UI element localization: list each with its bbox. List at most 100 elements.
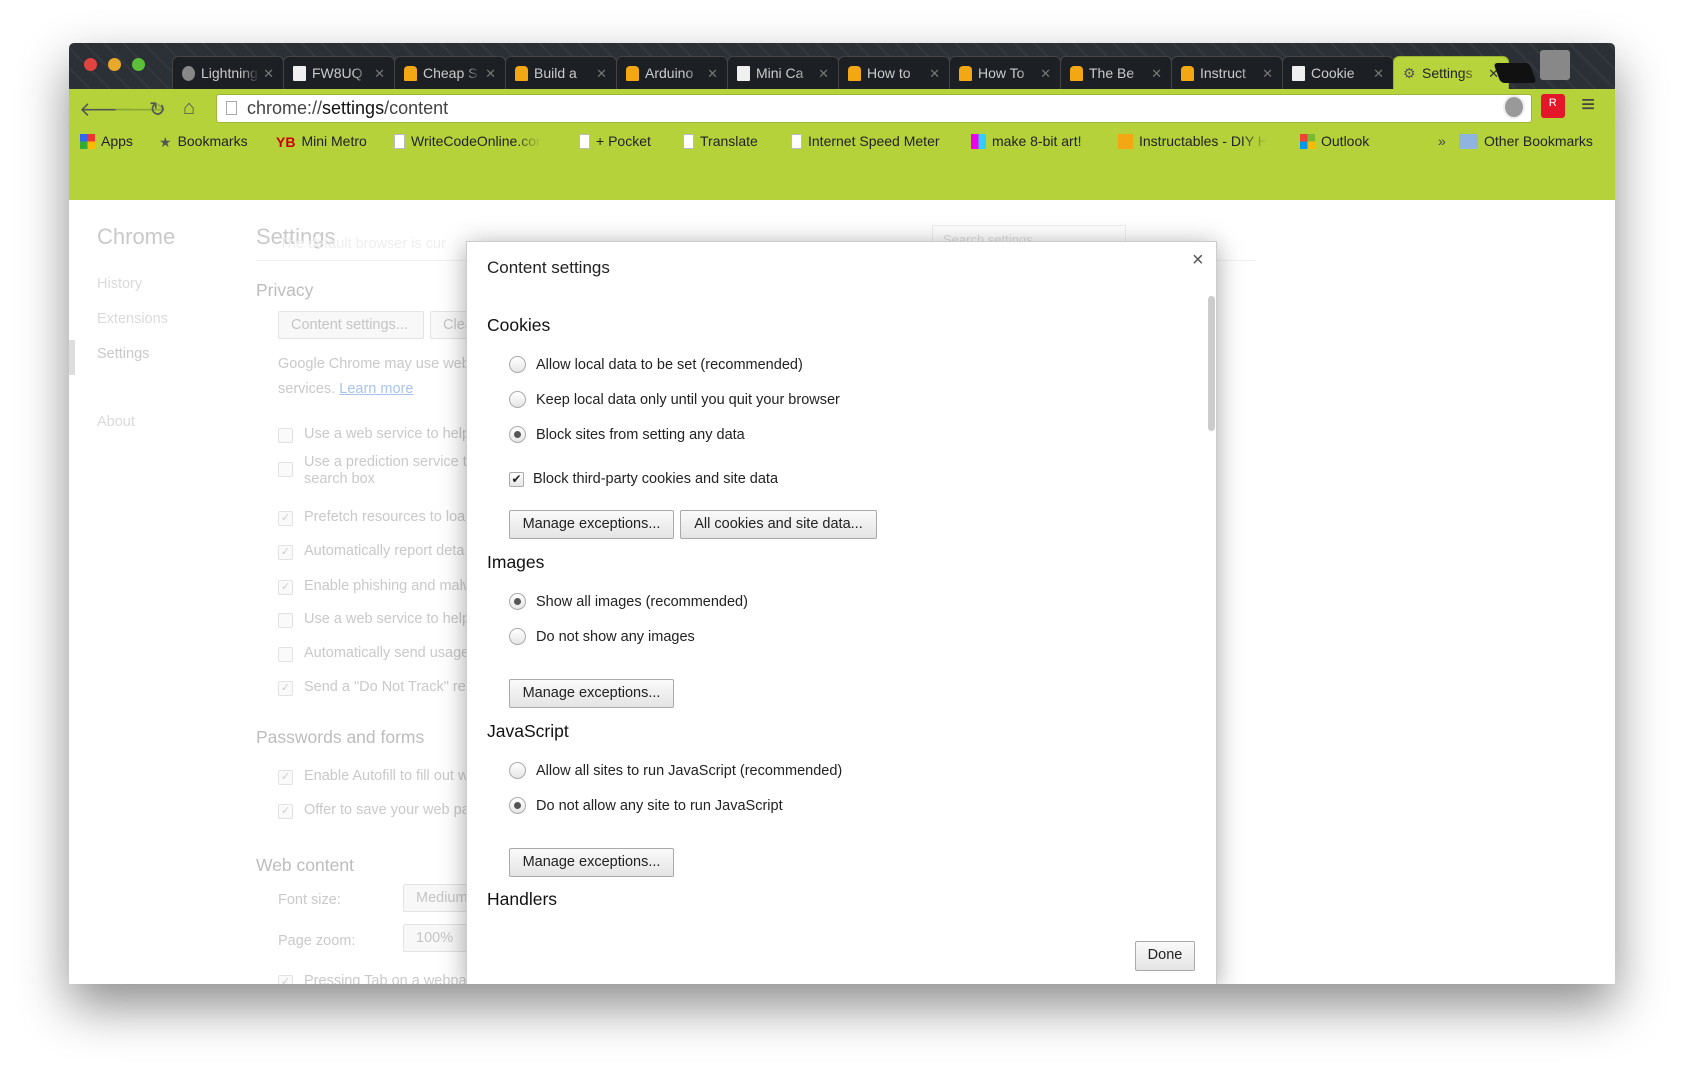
privacy-option-label-2: search box (304, 471, 375, 487)
tab-instruct[interactable]: Instruct ✕ (1171, 56, 1283, 89)
close-tab-icon[interactable]: ✕ (1262, 57, 1273, 89)
cookies-option[interactable]: Block sites from setting any data (509, 426, 745, 443)
privacy-option-checkbox[interactable]: ✓ (278, 511, 293, 526)
javascript-option[interactable]: Allow all sites to run JavaScript (recom… (509, 762, 842, 779)
tab-lightning[interactable]: Lightning ✕ (172, 56, 284, 89)
cookies-heading: Cookies (487, 315, 551, 335)
close-dialog-button[interactable]: × (1192, 249, 1204, 272)
close-tab-icon[interactable]: ✕ (1151, 57, 1162, 89)
close-tab-icon[interactable]: ✕ (707, 57, 718, 89)
bookmarks-overflow-button[interactable]: » (1438, 133, 1446, 149)
minimize-window-button[interactable] (108, 58, 121, 71)
tab-label: Build a (534, 65, 577, 81)
cookies-option[interactable]: Allow local data to be set (recommended) (509, 356, 803, 373)
bookmark-internet-speed-meter[interactable]: Internet Speed Meter (791, 133, 940, 149)
javascript-manage-exceptions-button[interactable]: Manage exceptions... (509, 848, 674, 877)
tab-label: How To (978, 65, 1025, 81)
address-bar[interactable]: chrome://settings/content ☆ (216, 94, 1532, 123)
close-tab-icon[interactable]: ✕ (929, 57, 940, 89)
close-tab-icon[interactable]: ✕ (1040, 57, 1051, 89)
images-option[interactable]: Show all images (recommended) (509, 593, 748, 610)
done-button[interactable]: Done (1135, 941, 1195, 971)
adblock-hand-icon[interactable] (1503, 95, 1525, 119)
privacy-option-checkbox[interactable] (278, 462, 293, 477)
cookies-radio[interactable] (509, 426, 526, 443)
tab-label: FW8UQ (312, 65, 363, 81)
close-tab-icon[interactable]: ✕ (818, 57, 829, 89)
javascript-option[interactable]: Do not allow any site to run JavaScript (509, 797, 783, 814)
javascript-radio[interactable] (509, 797, 526, 814)
close-tab-icon[interactable]: ✕ (374, 57, 385, 89)
all-cookies-button[interactable]: All cookies and site data... (680, 510, 877, 539)
bookmark-translate[interactable]: Translate (683, 133, 758, 149)
profile-avatar[interactable] (1540, 50, 1570, 80)
privacy-option-checkbox[interactable]: ✓ (278, 681, 293, 696)
other-bookmarks[interactable]: Other Bookmarks (1459, 133, 1593, 149)
tab-settings[interactable]: ⚙ Settings ✕ (1393, 56, 1509, 89)
bookmark-mini-metro[interactable]: YB Mini Metro (276, 133, 367, 150)
close-window-button[interactable] (84, 58, 97, 71)
javascript-radio[interactable] (509, 762, 526, 779)
images-radio[interactable] (509, 628, 526, 645)
url-path: /content (384, 98, 449, 118)
cookies-radio[interactable] (509, 356, 526, 373)
tab-how-to[interactable]: How to ✕ (838, 56, 950, 89)
block-third-party-option[interactable]: ✔ Block third-party cookies and site data (509, 471, 778, 487)
close-tab-icon[interactable]: ✕ (485, 57, 496, 89)
close-tab-icon[interactable]: ✕ (263, 57, 274, 89)
new-tab-button[interactable] (1493, 63, 1537, 83)
privacy-option-checkbox[interactable] (278, 613, 293, 628)
bookmark--pocket[interactable]: + Pocket (579, 133, 651, 149)
privacy-option-checkbox[interactable]: ✓ (278, 580, 293, 595)
tab-cookie[interactable]: Cookie ✕ (1282, 56, 1394, 89)
gear-icon: ⚙ (1403, 65, 1416, 81)
images-manage-exceptions-button[interactable]: Manage exceptions... (509, 679, 674, 708)
bookmark-writecodeonline-com[interactable]: WriteCodeOnline.com (394, 133, 541, 149)
privacy-option-checkbox[interactable] (278, 647, 293, 662)
sidebar-item-about[interactable]: About (97, 414, 135, 430)
images-option[interactable]: Do not show any images (509, 628, 695, 645)
bookmark-bookmarks[interactable]: ★ Bookmarks (159, 133, 248, 150)
tab-highlight-checkbox[interactable]: ✓ (278, 975, 293, 984)
bookmark-make-8-bit-art-[interactable]: make 8-bit art! (971, 133, 1081, 149)
bookmark-outlook[interactable]: Outlook (1300, 133, 1369, 149)
learn-more-link[interactable]: Learn more (339, 381, 413, 397)
menu-icon[interactable]: ≡ (1581, 91, 1595, 119)
tab-label: Cookie (1311, 65, 1355, 81)
privacy-option-checkbox[interactable] (278, 428, 293, 443)
windows-logo-icon (1300, 133, 1315, 149)
sidebar-item-settings[interactable]: Settings (97, 346, 149, 362)
bookmark-label: Bookmarks (177, 133, 248, 149)
tab-how-to[interactable]: How To ✕ (949, 56, 1061, 89)
tab-the-be[interactable]: The Be ✕ (1060, 56, 1172, 89)
cookies-option[interactable]: Keep local data only until you quit your… (509, 391, 840, 408)
dialog-scrollbar[interactable] (1208, 296, 1215, 431)
avira-icon[interactable]: ᴿ (1541, 94, 1565, 118)
tab-build-a[interactable]: Build a ✕ (505, 56, 617, 89)
close-tab-icon[interactable]: ✕ (1373, 57, 1384, 89)
tab-arduino[interactable]: Arduino ✕ (616, 56, 728, 89)
sidebar-item-extensions[interactable]: Extensions (97, 311, 168, 327)
tab-mini-ca[interactable]: Mini Ca ✕ (727, 56, 839, 89)
zoom-window-button[interactable] (132, 58, 145, 71)
tab-fw8uq[interactable]: FW8UQ ✕ (283, 56, 395, 89)
images-radio[interactable] (509, 593, 526, 610)
close-tab-icon[interactable]: ✕ (596, 57, 607, 89)
block-third-party-checkbox[interactable]: ✔ (509, 471, 524, 487)
bookmark-apps[interactable]: Apps (80, 133, 133, 149)
privacy-option-checkbox[interactable]: ✓ (278, 545, 293, 560)
password-option-checkbox[interactable]: ✓ (278, 804, 293, 819)
sidebar-item-history[interactable]: History (97, 276, 142, 292)
home-button[interactable]: ⌂ (183, 97, 195, 120)
tab-cheap-s[interactable]: Cheap S ✕ (394, 56, 506, 89)
content-settings-button[interactable]: Content settings... (278, 311, 424, 339)
privacy-description-2: services. (278, 381, 336, 397)
apple-icon (182, 66, 195, 81)
cookies-radio[interactable] (509, 391, 526, 408)
password-option-checkbox[interactable]: ✓ (278, 770, 293, 785)
cookies-manage-exceptions-button[interactable]: Manage exceptions... (509, 510, 674, 539)
instructables-robot-icon (848, 66, 861, 81)
reload-button[interactable]: ↻ (149, 97, 166, 122)
page-zoom-label: Page zoom: (278, 933, 356, 949)
bookmark-instructables-diy-how[interactable]: Instructables - DIY How (1118, 133, 1267, 149)
